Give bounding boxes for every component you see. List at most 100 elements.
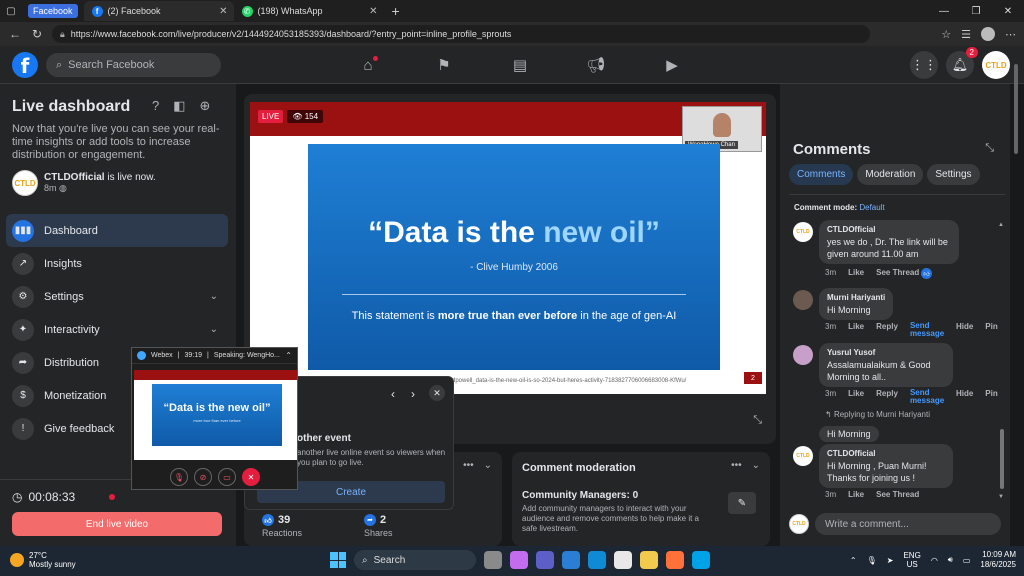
edit-managers-button[interactable]: ✎ xyxy=(728,492,756,514)
refresh-icon[interactable]: ↻ xyxy=(30,27,44,41)
copilot-icon[interactable] xyxy=(510,551,528,569)
next-arrow-icon[interactable]: › xyxy=(411,387,415,401)
wifi-icon[interactable]: ◠ xyxy=(931,556,938,565)
comment-author[interactable]: CTLDOfficial xyxy=(827,448,945,460)
avatar[interactable]: CTLD xyxy=(793,446,813,466)
page-scrollbar-thumb[interactable] xyxy=(1014,64,1018,154)
store-icon[interactable] xyxy=(614,551,632,569)
edge-icon[interactable] xyxy=(588,551,606,569)
chevron-up-icon[interactable]: ⌃ xyxy=(850,556,857,565)
comment-mode-value[interactable]: Default xyxy=(859,203,884,212)
reply-link[interactable]: Reply xyxy=(876,322,898,338)
video-icon[interactable]: ▶ xyxy=(634,50,710,80)
insights-chart-icon[interactable]: ▤ xyxy=(482,50,558,80)
clock[interactable]: 10:09 AM 18/6/2025 xyxy=(980,550,1016,570)
new-tab-button[interactable]: + xyxy=(384,3,408,19)
like-link[interactable]: Like xyxy=(848,389,864,405)
webex-mini-window[interactable]: Webex | 39:19 | Speaking: WengHo... ⌃ “D… xyxy=(131,347,298,490)
profile-avatar[interactable]: CTLD xyxy=(982,51,1010,79)
chevron-up-icon[interactable]: ⌃ xyxy=(285,351,292,360)
owner-avatar[interactable]: CTLD xyxy=(12,170,38,196)
tab-settings[interactable]: Settings xyxy=(927,164,980,185)
volume-icon[interactable]: 🔊︎ xyxy=(948,555,953,565)
tab-whatsapp[interactable]: ✆ (198) WhatsApp ✕ xyxy=(234,1,384,21)
tab-comments[interactable]: Comments xyxy=(789,164,854,185)
close-tab-icon[interactable]: ✕ xyxy=(219,6,227,17)
outlook-icon[interactable] xyxy=(562,551,580,569)
avatar[interactable]: CTLD xyxy=(789,514,809,534)
comments-scrollbar[interactable]: ▲ ▼ xyxy=(998,222,1004,500)
sidebar-item-dashboard[interactable]: ▮▮▮ Dashboard xyxy=(6,214,228,247)
minimize-icon[interactable]: — xyxy=(928,6,960,17)
add-icon[interactable]: ⊕ xyxy=(200,98,211,114)
file-explorer-icon[interactable] xyxy=(640,551,658,569)
like-link[interactable]: Like xyxy=(848,490,864,499)
battery-icon[interactable]: ▭ xyxy=(963,556,971,565)
like-link[interactable]: Like xyxy=(848,322,864,338)
taskbar-search[interactable]: ⌕ Search xyxy=(354,550,476,570)
scroll-up-icon[interactable]: ▲ xyxy=(998,222,1004,228)
comment-author[interactable]: Yusrul Yusof xyxy=(827,347,945,359)
task-view-icon[interactable] xyxy=(484,551,502,569)
send-message-link[interactable]: Send message xyxy=(910,389,944,405)
comment-author[interactable]: CTLDOfficial xyxy=(827,224,951,236)
close-tab-icon[interactable]: ✕ xyxy=(369,6,377,17)
url-field[interactable]: 🔒︎ https://www.facebook.com/live/produce… xyxy=(52,25,870,43)
mic-icon[interactable]: 🎙︎ xyxy=(867,556,877,565)
end-live-video-button[interactable]: End live video xyxy=(12,512,222,536)
language-indicator[interactable]: ENG US xyxy=(903,551,920,569)
location-icon[interactable]: ➤ xyxy=(887,556,894,565)
more-icon[interactable]: ••• xyxy=(463,460,474,471)
back-icon[interactable]: ← xyxy=(8,27,22,41)
more-icon[interactable]: ••• xyxy=(731,460,742,471)
collapse-icon[interactable]: ⤡ xyxy=(985,142,994,155)
window-menu-icon[interactable]: ▢ xyxy=(0,0,22,22)
page-scrollbar[interactable] xyxy=(1013,64,1019,544)
favorite-star-icon[interactable]: ☆ xyxy=(941,28,951,41)
tab-group-label[interactable]: Facebook xyxy=(28,4,78,18)
close-window-icon[interactable]: ✕ xyxy=(992,6,1024,17)
owner-name[interactable]: CTLDOfficial xyxy=(44,172,105,183)
sidebar-item-insights[interactable]: ↗ Insights xyxy=(6,247,228,280)
sidebar-item-settings[interactable]: ⚙ Settings ⌄ xyxy=(6,280,228,313)
avatar[interactable] xyxy=(793,345,813,365)
home-icon[interactable]: ⌂ xyxy=(330,50,406,80)
see-thread-link[interactable]: See Thread xyxy=(876,490,919,499)
search-input[interactable]: ⌕ Search Facebook xyxy=(46,53,221,77)
pages-flag-icon[interactable]: ⚑ xyxy=(406,50,482,80)
start-icon[interactable] xyxy=(330,552,346,568)
comment-input[interactable]: Write a comment... xyxy=(815,513,1001,535)
previous-arrow-icon[interactable]: ‹ xyxy=(391,387,395,401)
layout-icon[interactable]: ◧ xyxy=(173,98,185,114)
video-preview[interactable]: LIVE 👁︎ 154 WengHowe Chan “Data is the n… xyxy=(250,102,766,394)
browser-profile-icon[interactable] xyxy=(981,27,995,41)
leave-meeting-icon[interactable]: ✕ xyxy=(242,468,260,486)
send-message-link[interactable]: Send message xyxy=(910,322,944,338)
scrollbar-thumb[interactable] xyxy=(1000,429,1004,489)
comment-author[interactable]: Murni Hariyanti xyxy=(827,292,885,304)
notifications-bell-icon[interactable]: 🔔︎ 2 xyxy=(946,47,978,79)
camera-off-icon[interactable]: ⊘ xyxy=(194,468,212,486)
collections-icon[interactable]: ☰ xyxy=(961,28,971,41)
share-screen-icon[interactable]: ▭ xyxy=(218,468,236,486)
chevron-down-icon[interactable]: ⌄ xyxy=(752,460,760,471)
help-icon[interactable]: ? xyxy=(152,98,159,114)
tab-moderation[interactable]: Moderation xyxy=(857,164,924,185)
hide-link[interactable]: Hide xyxy=(956,389,973,405)
teams-icon[interactable] xyxy=(536,551,554,569)
scroll-down-icon[interactable]: ▼ xyxy=(998,494,1004,500)
restore-icon[interactable]: ❐ xyxy=(960,6,992,17)
weather-widget[interactable]: 27°C Mostly sunny xyxy=(10,551,76,569)
pin-link[interactable]: Pin xyxy=(985,322,997,338)
more-icon[interactable]: ⋯ xyxy=(1005,28,1016,41)
avatar[interactable] xyxy=(793,290,813,310)
reply-link[interactable]: Reply xyxy=(876,389,898,405)
ads-megaphone-icon[interactable]: 📢︎ xyxy=(558,50,634,80)
mute-icon[interactable]: 🎙︎ xyxy=(170,468,188,486)
close-icon[interactable]: ✕ xyxy=(429,385,445,401)
pin-link[interactable]: Pin xyxy=(985,389,997,405)
expand-icon[interactable]: ⤡ xyxy=(753,414,762,427)
hide-link[interactable]: Hide xyxy=(956,322,973,338)
chevron-down-icon[interactable]: ⌄ xyxy=(484,460,492,471)
see-thread-link[interactable]: See Thread xyxy=(876,268,919,277)
